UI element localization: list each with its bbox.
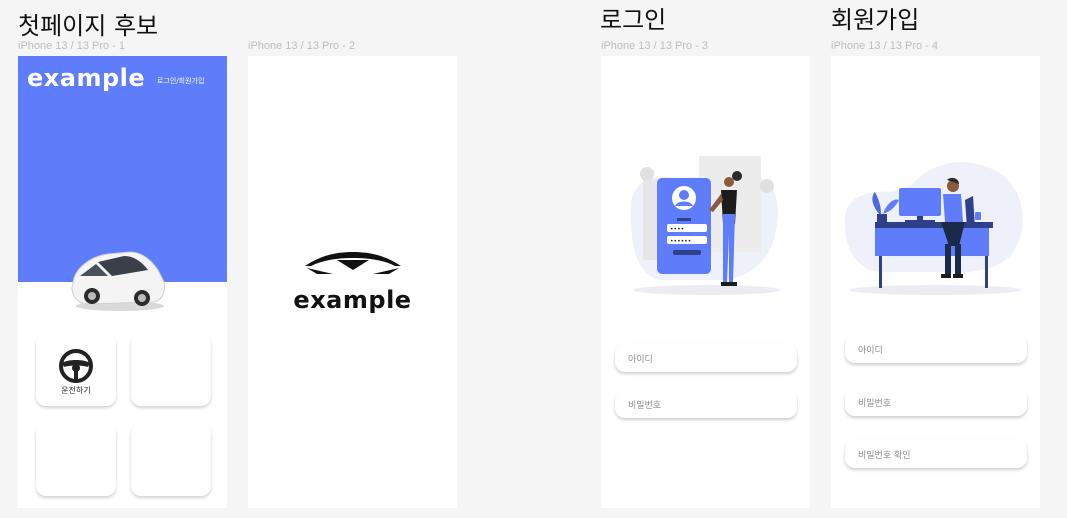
home-logo: example bbox=[27, 64, 146, 92]
section-title-login: 로그인 bbox=[600, 6, 667, 34]
frame-login: •••• •••••• 아이디 비밀번호 bbox=[601, 56, 810, 508]
frame-label-4: iPhone 13 / 13 Pro - 4 bbox=[831, 40, 939, 52]
signup-password-confirm-placeholder: 비밀번호 확인 bbox=[858, 451, 911, 461]
frame-signup: 아이디 비밀번호 비밀번호 확인 bbox=[831, 56, 1040, 508]
section-title-first-page: 첫페이지 후보 bbox=[18, 12, 159, 40]
login-illustration: •••• •••••• bbox=[630, 156, 781, 295]
signup-password-confirm-field[interactable]: 비밀번호 확인 bbox=[845, 440, 1027, 468]
splash-logo: example bbox=[293, 286, 412, 314]
frame-label-2: iPhone 13 / 13 Pro - 2 bbox=[248, 40, 356, 52]
svg-text:••••••: •••••• bbox=[670, 238, 691, 245]
frame-label-3: iPhone 13 / 13 Pro - 3 bbox=[601, 40, 709, 52]
tile-label-drive: 운전하기 bbox=[61, 386, 91, 395]
signup-id-field[interactable]: 아이디 bbox=[845, 335, 1027, 363]
signup-password-field[interactable]: 비밀번호 bbox=[845, 388, 1027, 416]
signup-illustration bbox=[844, 162, 1023, 295]
login-signup-link[interactable]: 로그인/회원가입 bbox=[157, 76, 204, 86]
frame-label-1: iPhone 13 / 13 Pro - 1 bbox=[18, 40, 126, 52]
steering-wheel-icon bbox=[59, 349, 93, 383]
login-id-placeholder: 아이디 bbox=[628, 355, 653, 365]
signup-id-placeholder: 아이디 bbox=[858, 346, 883, 356]
frame-home: example 로그인/회원가입 운전하기 bbox=[18, 56, 227, 508]
login-password-placeholder: 비밀번호 bbox=[628, 401, 662, 411]
login-password-field[interactable]: 비밀번호 bbox=[615, 390, 797, 418]
tile-4[interactable] bbox=[131, 424, 211, 496]
svg-text:••••: •••• bbox=[670, 226, 684, 233]
car-illustration bbox=[71, 251, 165, 311]
section-title-signup: 회원가입 bbox=[831, 6, 920, 34]
tile-2[interactable] bbox=[131, 334, 211, 406]
signup-password-placeholder: 비밀번호 bbox=[858, 399, 892, 409]
frame-splash: example bbox=[248, 56, 457, 508]
car-silhouette-logo bbox=[305, 252, 401, 274]
tile-3[interactable] bbox=[36, 424, 116, 496]
tile-drive[interactable]: 운전하기 bbox=[36, 334, 116, 406]
login-id-field[interactable]: 아이디 bbox=[615, 344, 797, 372]
